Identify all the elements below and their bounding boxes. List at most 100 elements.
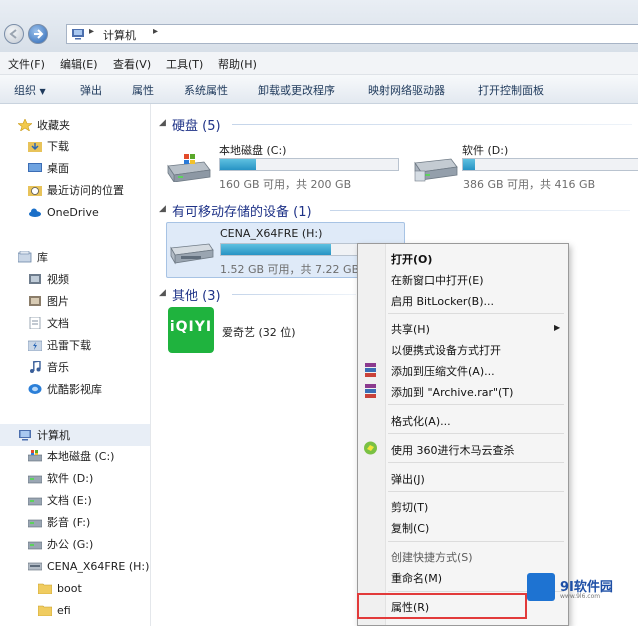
ctx-eject[interactable]: 弹出(J) [391, 471, 425, 487]
watermark-url: www.9l6.com [560, 593, 601, 600]
properties-button[interactable]: 属性 [132, 82, 154, 98]
group-hard-disks-title[interactable]: 硬盘 (5) [172, 115, 221, 134]
group-other-title[interactable]: 其他 (3) [172, 285, 221, 304]
nav-item-downloads[interactable]: 下载 [28, 137, 69, 155]
group-removable-title[interactable]: 有可移动存储的设备 (1) [172, 201, 312, 220]
ctx-add-to-archive[interactable]: 添加到压缩文件(A)... [391, 363, 495, 379]
iqiyi-logo-text: iQIYI [169, 319, 213, 335]
nav-item-folder-boot[interactable]: boot [38, 579, 82, 597]
nav-label: efi [57, 603, 71, 617]
map-network-drive-button[interactable]: 映射网络驱动器 [368, 82, 445, 98]
nav-item-drive-f[interactable]: 影音 (F:) [28, 513, 90, 531]
forward-button[interactable] [28, 24, 48, 44]
nav-item-onedrive[interactable]: OneDrive [28, 203, 99, 221]
nav-label: 下载 [47, 140, 69, 153]
nav-item-folder-efi[interactable]: efi [38, 601, 71, 619]
context-menu: 打开(O) 在新窗口中打开(E) 启用 BitLocker(B)... 共享(H… [357, 243, 569, 626]
ctx-copy[interactable]: 复制(C) [391, 520, 429, 536]
ctx-enable-bitlocker[interactable]: 启用 BitLocker(B)... [391, 293, 494, 309]
thunder-download-icon [28, 340, 42, 351]
hard-drive-icon [28, 541, 42, 550]
windows-drive-icon[interactable] [166, 152, 212, 182]
iqiyi-app-icon[interactable]: iQIYI [168, 307, 214, 353]
menu-edit[interactable]: 编辑(E) [60, 56, 98, 72]
drive-d-space: 386 GB 可用，共 416 GB [463, 178, 596, 191]
windows-drive-icon [28, 450, 42, 462]
nav-label: 收藏夹 [37, 119, 70, 132]
menu-tools[interactable]: 工具(T) [166, 56, 203, 72]
video-library-icon [29, 274, 41, 284]
collapse-arrow-icon[interactable]: ◢ [159, 204, 166, 214]
ctx-open-new-window[interactable]: 在新窗口中打开(E) [391, 272, 484, 288]
nav-item-drive-e[interactable]: 文档 (E:) [28, 491, 92, 509]
menu-help[interactable]: 帮助(H) [218, 56, 257, 72]
nav-label: boot [57, 581, 82, 595]
nav-label: 文档 [47, 317, 69, 330]
youku-library-icon [28, 384, 42, 394]
navigation-pane: 收藏夹 下载 桌面 最近访问的位置 OneDrive 库 视频 图片 文档 迅雷… [0, 104, 151, 626]
drive-c-name[interactable]: 本地磁盘 (C:) [219, 142, 286, 158]
nav-item-music[interactable]: 音乐 [28, 358, 69, 376]
ctx-open-as-portable[interactable]: 以便携式设备方式打开 [391, 342, 501, 358]
nav-label: 计算机 [37, 429, 70, 442]
nav-libraries[interactable]: 库 [18, 248, 48, 266]
uninstall-program-button[interactable]: 卸载或更改程序 [258, 82, 335, 98]
breadcrumb-separator[interactable]: ▸ [89, 26, 94, 37]
iqiyi-item-name[interactable]: 爱奇艺 (32 位) [222, 324, 296, 340]
usb-drive-icon [28, 562, 42, 571]
nav-item-drive-c[interactable]: 本地磁盘 (C:) [28, 447, 114, 465]
ctx-format[interactable]: 格式化(A)... [391, 413, 451, 429]
hard-drive-icon [28, 497, 42, 506]
ctx-360-scan[interactable]: 使用 360进行木马云查杀 [391, 442, 515, 458]
nav-item-thunder-downloads[interactable]: 迅雷下载 [28, 336, 91, 354]
menu-separator [388, 462, 564, 463]
nav-item-drive-d[interactable]: 软件 (D:) [28, 469, 93, 487]
ctx-rename[interactable]: 重命名(M) [391, 570, 442, 586]
nav-item-youku-library[interactable]: 优酷影视库 [28, 380, 102, 398]
breadcrumb-computer[interactable]: 计算机 [103, 27, 136, 43]
usb-drive-icon[interactable] [169, 238, 215, 268]
drive-h-usage-fill [221, 244, 331, 255]
hard-drive-icon[interactable] [413, 155, 459, 185]
nav-computer[interactable]: 计算机 [18, 426, 70, 444]
nav-item-drive-h[interactable]: CENA_X64FRE (H:) [28, 557, 149, 575]
back-button[interactable] [4, 24, 24, 44]
computer-icon [19, 430, 31, 441]
system-properties-button[interactable]: 系统属性 [184, 82, 228, 98]
menu-file[interactable]: 文件(F) [8, 56, 45, 72]
winrar-icon [365, 363, 376, 377]
drive-d-name[interactable]: 软件 (D:) [462, 142, 508, 158]
nav-item-videos[interactable]: 视频 [28, 270, 69, 288]
ctx-open[interactable]: 打开(O) [391, 251, 432, 267]
ctx-cut[interactable]: 剪切(T) [391, 499, 428, 515]
collapse-arrow-icon[interactable]: ◢ [159, 118, 166, 128]
nav-item-pictures[interactable]: 图片 [28, 292, 69, 310]
ctx-create-shortcut[interactable]: 创建快捷方式(S) [391, 549, 473, 565]
eject-button[interactable]: 弹出 [80, 82, 102, 98]
hard-drive-icon [28, 519, 42, 528]
drive-h-name[interactable]: CENA_X64FRE (H:) [220, 227, 322, 240]
organize-button[interactable]: 组织 ▼ [14, 82, 46, 98]
breadcrumb-separator[interactable]: ▸ [153, 26, 158, 37]
group-divider [232, 124, 632, 125]
nav-label: CENA_X64FRE (H:) [47, 559, 150, 573]
nav-item-documents[interactable]: 文档 [28, 314, 69, 332]
nav-label: 音乐 [47, 361, 69, 374]
menu-view[interactable]: 查看(V) [113, 56, 151, 72]
nav-label: OneDrive [47, 205, 99, 219]
watermark-logo [527, 573, 555, 601]
collapse-arrow-icon[interactable]: ◢ [159, 288, 166, 298]
nav-favorites[interactable]: 收藏夹 [18, 116, 70, 134]
nav-label: 桌面 [47, 162, 69, 175]
group-divider [232, 294, 356, 295]
nav-item-desktop[interactable]: 桌面 [28, 159, 69, 177]
ctx-share[interactable]: 共享(H) [391, 321, 430, 337]
star-icon [18, 119, 32, 131]
properties-highlight-box [357, 593, 527, 619]
ctx-add-to-archive-rar[interactable]: 添加到 "Archive.rar"(T) [391, 384, 513, 400]
nav-item-recent-places[interactable]: 最近访问的位置 [28, 181, 124, 199]
address-bar[interactable]: ▸ 计算机 ▸ [66, 24, 638, 44]
open-control-panel-button[interactable]: 打开控制面板 [478, 82, 544, 98]
nav-item-drive-g[interactable]: 办公 (G:) [28, 535, 93, 553]
cloud-icon [29, 208, 41, 217]
